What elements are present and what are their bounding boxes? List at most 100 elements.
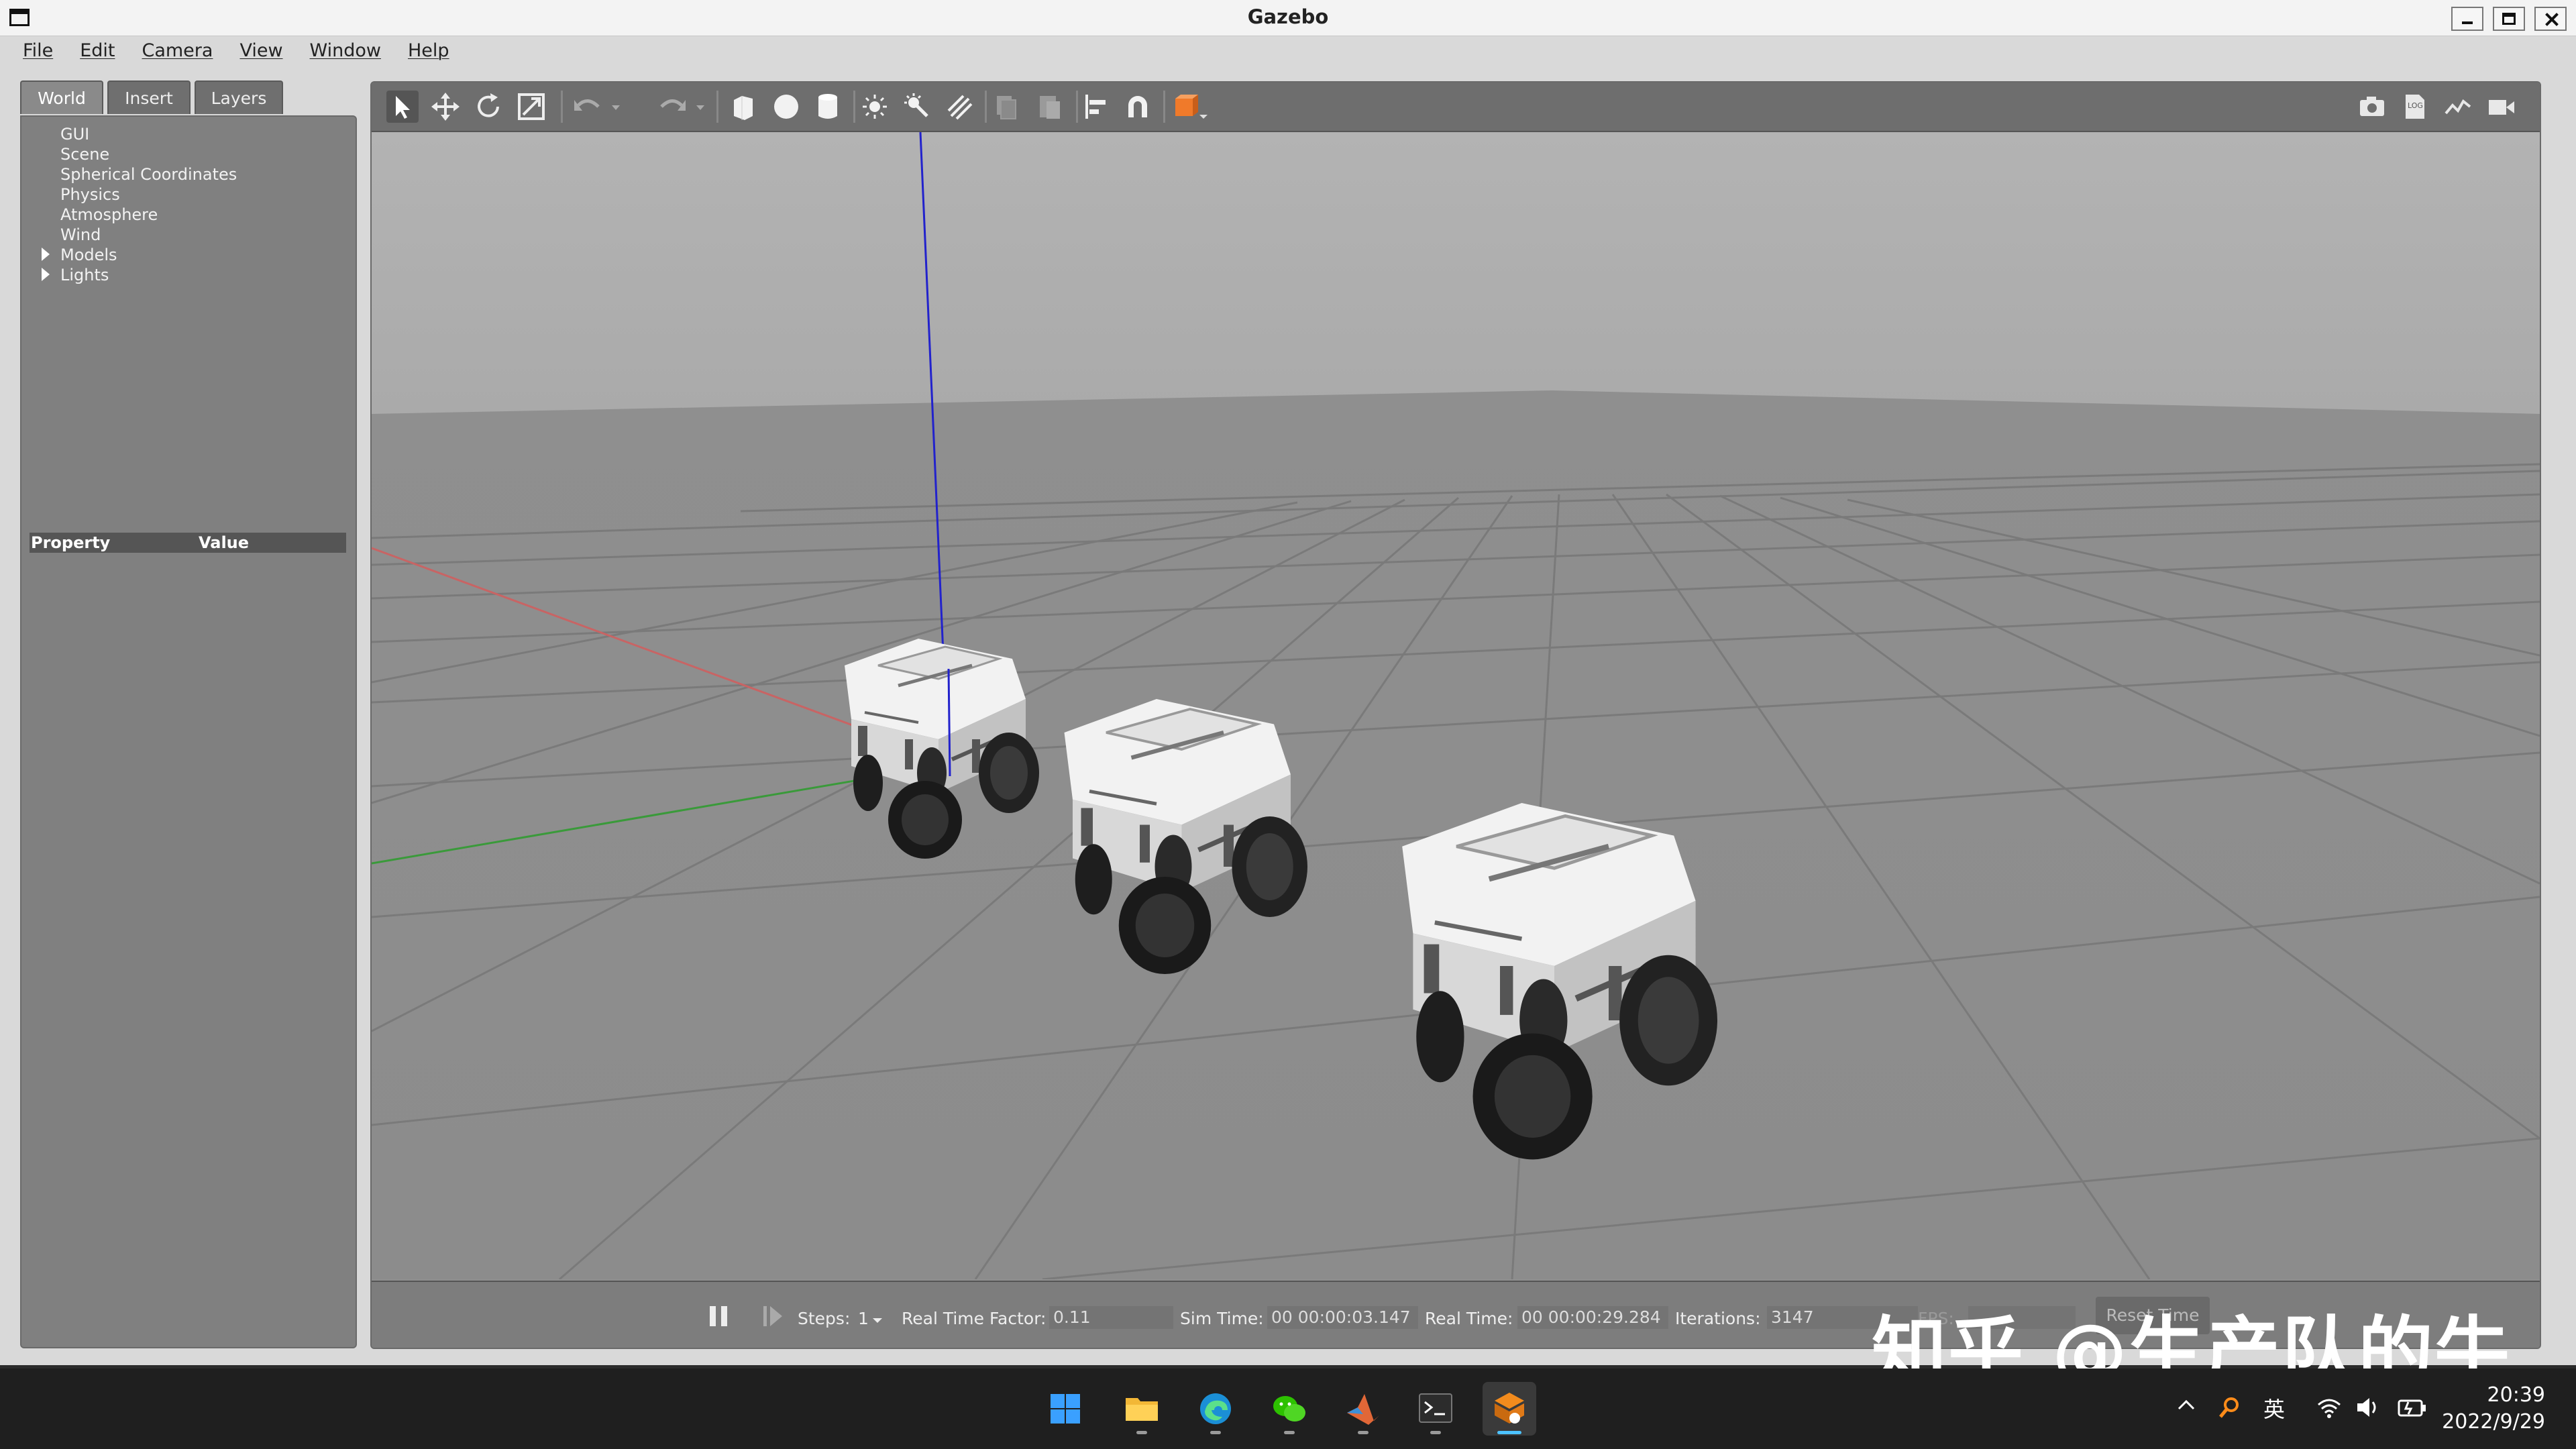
taskbar-gazebo[interactable] [1483, 1382, 1536, 1436]
rotate-mode-icon[interactable] [472, 91, 504, 123]
3d-viewport[interactable]: LOG Steps: 1 Real Time Factor: 0.11 Sim … [370, 81, 2541, 1349]
menu-camera[interactable]: Camera [128, 38, 226, 64]
translate-mode-icon[interactable] [429, 91, 462, 123]
sim-time-label: Sim Time: [1180, 1309, 1264, 1328]
tree-item-lights[interactable]: Lights [60, 266, 109, 284]
menu-edit[interactable]: Edit [66, 38, 128, 64]
undo-icon[interactable] [572, 91, 604, 123]
left-panel: World Insert Layers GUI Scene Spherical … [20, 80, 357, 1348]
menu-window[interactable]: Window [297, 38, 394, 64]
windows-start-icon [1051, 1394, 1080, 1424]
steps-value[interactable]: 1 [858, 1309, 869, 1328]
property-column-header: Property [31, 533, 111, 552]
show-hidden-icons-chevron-icon[interactable] [2176, 1395, 2196, 1415]
active-indicator [1497, 1431, 1521, 1434]
pause-icon[interactable] [707, 1302, 731, 1332]
taskbar-wechat[interactable] [1263, 1382, 1316, 1436]
view-angle-icon[interactable] [1170, 91, 1210, 123]
video-record-icon[interactable] [2485, 91, 2517, 123]
steps-chevron-icon[interactable] [871, 1313, 884, 1326]
gazebo-window: Gazebo File Edit Camera View Window Help… [0, 0, 2576, 1365]
tree-item-atmosphere[interactable]: Atmosphere [60, 205, 158, 224]
tree-item-scene[interactable]: Scene [60, 145, 109, 164]
toolbar-separator [985, 91, 987, 123]
value-column-header: Value [199, 533, 250, 552]
point-light-icon[interactable] [859, 91, 891, 123]
volume-icon[interactable] [2355, 1395, 2381, 1419]
real-time-factor-label: Real Time Factor: [902, 1309, 1046, 1328]
log-recorder-icon[interactable]: LOG [2399, 91, 2431, 123]
scale-mode-icon[interactable] [515, 91, 547, 123]
title-bar: Gazebo [0, 0, 2576, 36]
paste-icon[interactable] [1033, 91, 1065, 123]
iterations-label: Iterations: [1675, 1309, 1761, 1328]
clock-date: 2022/9/29 [2442, 1410, 2545, 1434]
real-time-label: Real Time: [1425, 1309, 1513, 1328]
step-icon[interactable] [761, 1302, 785, 1332]
taskbar-file-explorer[interactable] [1115, 1382, 1169, 1436]
redo-history-chevron-icon[interactable] [692, 91, 708, 123]
viewport-toolbar: LOG [372, 83, 2540, 132]
align-icon[interactable] [1080, 91, 1112, 123]
select-mode-icon[interactable] [386, 91, 419, 123]
edge-browser-icon [1200, 1393, 1231, 1424]
expand-models-icon[interactable] [42, 248, 50, 261]
world-tree: GUI Scene Spherical Coordinates Physics … [20, 115, 357, 1348]
expand-lights-icon[interactable] [42, 268, 50, 281]
maximize-button[interactable] [2493, 7, 2525, 31]
tree-item-wind[interactable]: Wind [60, 225, 101, 244]
3d-scene[interactable] [372, 132, 2540, 1279]
wifi-icon[interactable] [2316, 1395, 2343, 1419]
menu-view[interactable]: View [226, 38, 296, 64]
directional-light-icon[interactable] [943, 91, 975, 123]
menu-bar: File Edit Camera View Window Help [9, 38, 463, 64]
running-indicator [1136, 1431, 1147, 1434]
running-indicator [1210, 1431, 1221, 1434]
toolbar-separator [1163, 91, 1165, 123]
z-axis-front [947, 668, 951, 777]
redo-icon[interactable] [656, 91, 688, 123]
property-table-header: Property Value [30, 533, 346, 553]
screenshot-camera-icon[interactable] [2356, 91, 2388, 123]
start-button[interactable] [1038, 1382, 1092, 1436]
toolbar-separator [1076, 91, 1078, 123]
close-button[interactable] [2534, 7, 2567, 31]
input-method-indicator[interactable]: 英 [2263, 1393, 2285, 1424]
undo-history-chevron-icon[interactable] [608, 91, 624, 123]
tab-world[interactable]: World [20, 80, 103, 114]
taskbar-edge[interactable] [1189, 1382, 1242, 1436]
tree-item-physics[interactable]: Physics [60, 185, 120, 204]
matlab-icon [1347, 1394, 1379, 1425]
copy-icon[interactable] [990, 91, 1022, 123]
spot-light-icon[interactable] [902, 91, 934, 123]
menu-file[interactable]: File [9, 38, 66, 64]
taskbar: 英 20:39 2022/9/29 [0, 1368, 2576, 1449]
snap-magnet-icon[interactable] [1122, 91, 1154, 123]
taskbar-matlab[interactable] [1336, 1382, 1390, 1436]
sphere-shape-icon[interactable] [770, 91, 802, 123]
menu-help[interactable]: Help [394, 38, 463, 64]
search-icon[interactable] [2218, 1395, 2242, 1419]
file-explorer-icon [1126, 1398, 1158, 1421]
toolbar-separator [561, 91, 563, 123]
clock[interactable]: 20:39 2022/9/29 [2442, 1382, 2545, 1436]
battery-icon[interactable] [2398, 1395, 2427, 1419]
taskbar-terminal[interactable] [1409, 1382, 1462, 1436]
tab-insert[interactable]: Insert [107, 80, 191, 114]
window-title: Gazebo [1247, 5, 1329, 28]
cylinder-shape-icon[interactable] [812, 91, 844, 123]
box-shape-icon[interactable] [727, 91, 759, 123]
tab-layers[interactable]: Layers [195, 80, 283, 114]
running-indicator [1284, 1431, 1295, 1434]
tree-item-spherical-coordinates[interactable]: Spherical Coordinates [60, 165, 237, 184]
minimize-button[interactable] [2451, 7, 2483, 31]
running-indicator [1358, 1431, 1368, 1434]
tree-item-models[interactable]: Models [60, 246, 117, 264]
wechat-icon [1273, 1396, 1305, 1421]
clock-time: 20:39 [2487, 1383, 2545, 1407]
real-time-value: 00 00:00:29.284 [1517, 1306, 1668, 1329]
sim-time-value: 00 00:00:03.147 [1267, 1306, 1418, 1329]
plot-icon[interactable] [2442, 91, 2474, 123]
tree-item-gui[interactable]: GUI [60, 125, 89, 144]
toolbar-separator [716, 91, 718, 123]
